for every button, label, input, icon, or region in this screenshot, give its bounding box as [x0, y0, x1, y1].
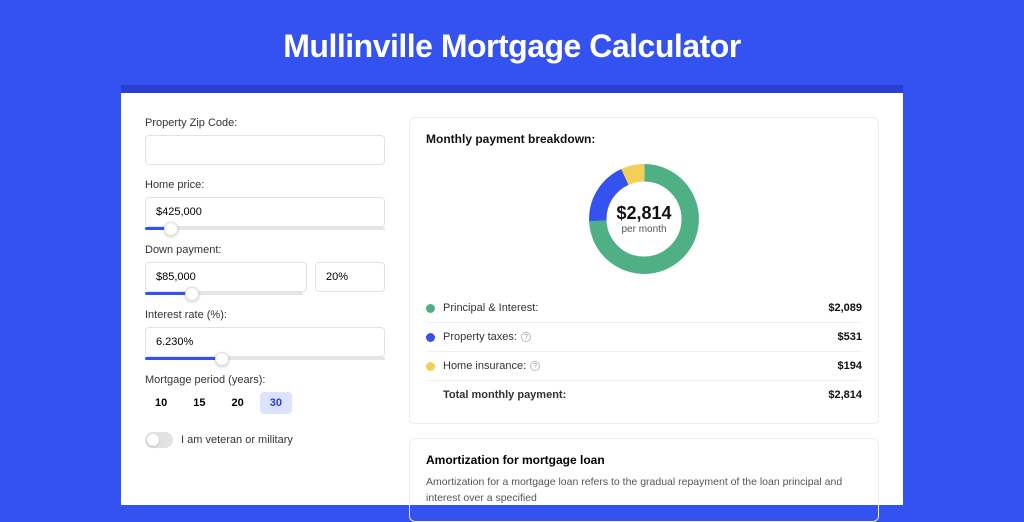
- legend-dot: [426, 333, 435, 342]
- info-icon[interactable]: ?: [521, 332, 531, 342]
- legend-label: Property taxes: ?: [443, 331, 838, 343]
- field-down-payment: Down payment:: [145, 244, 385, 295]
- donut-amount: $2,814: [616, 203, 671, 224]
- down-payment-slider[interactable]: [145, 292, 303, 295]
- home-price-slider[interactable]: [145, 227, 385, 230]
- legend-dot: [426, 362, 435, 371]
- zip-input[interactable]: [145, 135, 385, 165]
- legend-row-principal: Principal & Interest: $2,089: [426, 294, 862, 322]
- period-option-15[interactable]: 15: [183, 392, 215, 414]
- form-column: Property Zip Code: Home price: Down paym…: [145, 117, 385, 505]
- legend-label: Home insurance: ?: [443, 360, 838, 372]
- slider-thumb[interactable]: [215, 352, 229, 366]
- legend-row-insurance: Home insurance: ? $194: [426, 351, 862, 380]
- legend-label: Principal & Interest:: [443, 302, 828, 314]
- interest-input[interactable]: [145, 327, 385, 357]
- total-value: $2,814: [828, 389, 862, 401]
- breakdown-panel: Monthly payment breakdown: $2,814 per mo…: [409, 117, 879, 424]
- veteran-toggle[interactable]: [145, 432, 173, 448]
- total-label: Total monthly payment:: [443, 389, 828, 401]
- donut-chart: $2,814 per month: [583, 158, 705, 280]
- donut-sublabel: per month: [621, 224, 666, 235]
- home-price-label: Home price:: [145, 179, 385, 191]
- down-payment-pct-input[interactable]: [315, 262, 385, 292]
- legend-dot: [426, 304, 435, 313]
- down-payment-amount-input[interactable]: [145, 262, 307, 292]
- calculator-card: Property Zip Code: Home price: Down paym…: [121, 85, 903, 505]
- amortization-panel: Amortization for mortgage loan Amortizat…: [409, 438, 879, 522]
- zip-label: Property Zip Code:: [145, 117, 385, 129]
- legend-row-taxes: Property taxes: ? $531: [426, 322, 862, 351]
- veteran-toggle-row: I am veteran or military: [145, 432, 385, 448]
- home-price-input[interactable]: [145, 197, 385, 227]
- interest-slider[interactable]: [145, 357, 385, 360]
- slider-thumb[interactable]: [185, 287, 199, 301]
- amortization-title: Amortization for mortgage loan: [426, 453, 862, 467]
- veteran-label: I am veteran or military: [181, 434, 293, 446]
- period-option-10[interactable]: 10: [145, 392, 177, 414]
- page-title: Mullinville Mortgage Calculator: [0, 0, 1024, 85]
- legend-value: $194: [838, 360, 862, 372]
- period-option-20[interactable]: 20: [222, 392, 254, 414]
- period-button-group: 10 15 20 30: [145, 392, 385, 414]
- legend-value: $531: [838, 331, 862, 343]
- slider-thumb[interactable]: [164, 222, 178, 236]
- legend-row-total: Total monthly payment: $2,814: [426, 380, 862, 409]
- legend: Principal & Interest: $2,089 Property ta…: [426, 294, 862, 409]
- result-column: Monthly payment breakdown: $2,814 per mo…: [409, 117, 879, 505]
- field-period: Mortgage period (years): 10 15 20 30: [145, 374, 385, 414]
- amortization-text: Amortization for a mortgage loan refers …: [426, 475, 862, 507]
- info-icon[interactable]: ?: [530, 361, 540, 371]
- breakdown-title: Monthly payment breakdown:: [426, 132, 862, 146]
- period-option-30[interactable]: 30: [260, 392, 292, 414]
- interest-label: Interest rate (%):: [145, 309, 385, 321]
- field-zip: Property Zip Code:: [145, 117, 385, 165]
- down-payment-label: Down payment:: [145, 244, 385, 256]
- period-label: Mortgage period (years):: [145, 374, 385, 386]
- field-interest: Interest rate (%):: [145, 309, 385, 360]
- legend-value: $2,089: [828, 302, 862, 314]
- field-home-price: Home price:: [145, 179, 385, 230]
